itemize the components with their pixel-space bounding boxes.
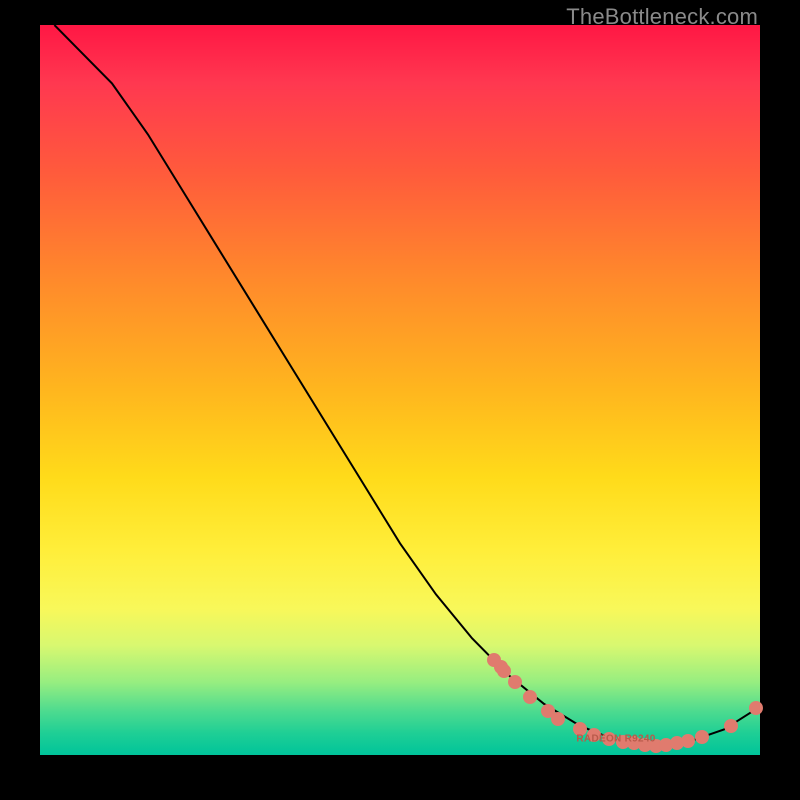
data-point (523, 690, 537, 704)
data-point (681, 734, 695, 748)
data-point (551, 712, 565, 726)
data-point (749, 701, 763, 715)
data-point (695, 730, 709, 744)
chart-area: RADEON R9240 (40, 25, 760, 755)
data-point (724, 719, 738, 733)
series-annotation: RADEON R9240 (576, 733, 655, 744)
data-point (497, 664, 511, 678)
curve-svg (40, 25, 760, 755)
data-point (508, 675, 522, 689)
